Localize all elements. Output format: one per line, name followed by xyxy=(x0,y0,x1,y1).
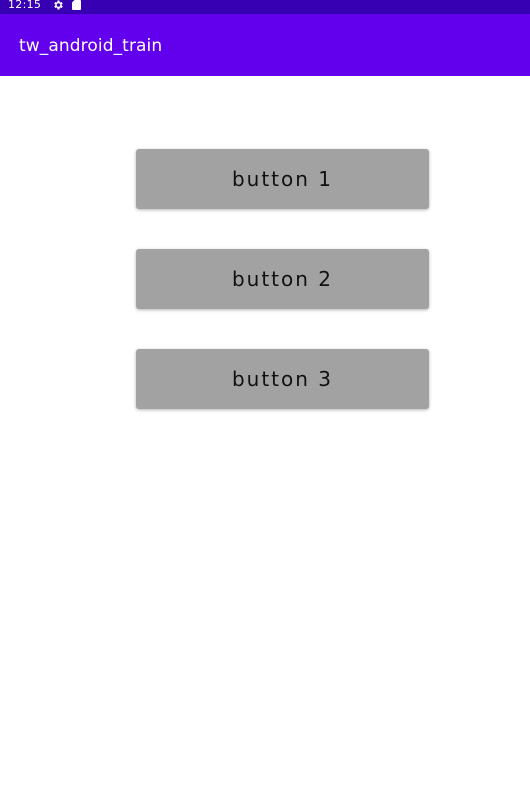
app-title: tw_android_train xyxy=(19,36,163,56)
button-1[interactable]: button 1 xyxy=(136,149,429,209)
button-3[interactable]: button 3 xyxy=(136,349,429,409)
main-content: button 1 button 2 button 3 xyxy=(0,76,530,808)
sd-card-icon xyxy=(72,0,81,10)
status-bar: 12:15 xyxy=(0,0,530,14)
gear-icon xyxy=(54,0,63,10)
status-time: 12:15 xyxy=(8,0,42,11)
app-bar: tw_android_train xyxy=(0,14,530,76)
button-2[interactable]: button 2 xyxy=(136,249,429,309)
